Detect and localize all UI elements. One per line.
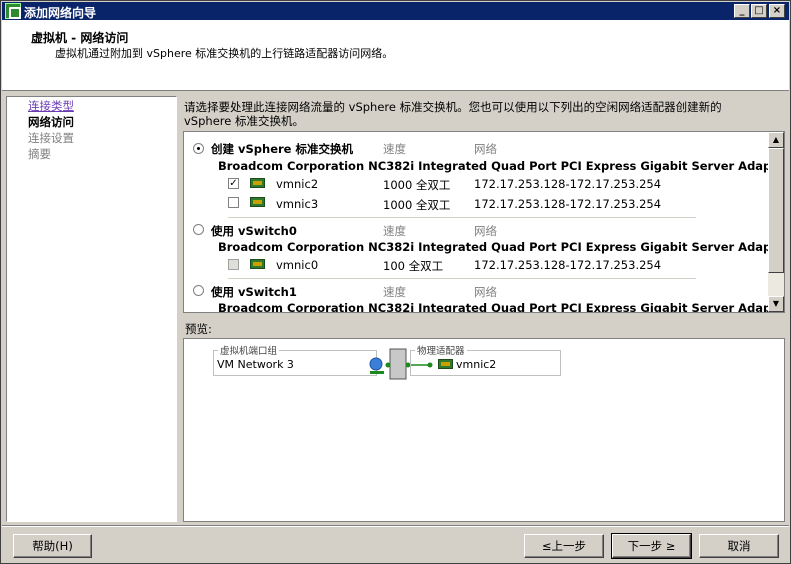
window-title: 添加网络向导	[24, 6, 97, 20]
radio-create-switch[interactable]	[193, 143, 204, 154]
nic-network: 172.17.253.128-172.17.253.254	[474, 197, 662, 211]
portgroup-caption: 虚拟机端口组	[218, 343, 280, 357]
maximize-button[interactable]: □	[751, 4, 767, 18]
radio-use-vswitch1[interactable]	[193, 285, 204, 296]
group-separator	[228, 217, 696, 218]
column-network-label: 网络	[474, 142, 497, 156]
title-bar[interactable]: 添加网络向导 _ □ ×	[2, 2, 789, 20]
checkbox-vmnic2[interactable]: ✓	[228, 178, 239, 189]
group-label-create-switch: 创建 vSphere 标准交换机	[211, 142, 353, 156]
instruction-text: 请选择要处理此连接网络流量的 vSphere 标准交换机。您也可以使用以下列出的…	[184, 100, 722, 128]
physical-adapters-caption: 物理适配器	[415, 343, 467, 357]
portgroup-name: VM Network 3	[217, 358, 294, 371]
list-scrollbar[interactable]: ▲ ▼	[768, 132, 784, 312]
nav-step-network-access: 网络访问	[28, 115, 74, 129]
column-network-label: 网络	[474, 224, 497, 238]
physical-adapters-box: 物理适配器 vmnic2	[410, 343, 561, 376]
wizard-header: 虚拟机 - 网络访问 虚拟机通过附加到 vSphere 标准交换机的上行链路适配…	[2, 20, 789, 91]
cancel-button[interactable]: 取消	[699, 534, 779, 558]
wizard-steps-nav: 连接类型 网络访问 连接设置 摘要	[6, 96, 177, 522]
portgroup-box: 虚拟机端口组 VM Network 3	[213, 343, 377, 376]
nic-network: 172.17.253.128-172.17.253.254	[474, 258, 662, 272]
next-button[interactable]: 下一步 ≥	[611, 533, 692, 559]
wizard-app-icon	[5, 3, 21, 19]
close-button[interactable]: ×	[769, 4, 785, 18]
network-adapter-icon	[438, 359, 453, 369]
nav-step-connection-settings: 连接设置	[28, 131, 74, 145]
scrollbar-thumb[interactable]	[768, 148, 784, 273]
group-separator	[228, 278, 696, 279]
nav-step-summary: 摘要	[28, 147, 51, 161]
network-adapter-icon	[250, 178, 265, 188]
footer-divider	[2, 525, 789, 527]
column-speed-label: 速度	[383, 285, 406, 299]
network-adapter-icon	[250, 197, 265, 207]
page-subtitle: 虚拟机通过附加到 vSphere 标准交换机的上行链路适配器访问网络。	[55, 47, 394, 60]
back-button[interactable]: ≤上一步	[524, 534, 604, 558]
checkbox-vmnic0	[228, 259, 239, 270]
adapter-description: Broadcom Corporation NC382i Integrated Q…	[218, 301, 785, 313]
adapter-description: Broadcom Corporation NC382i Integrated Q…	[218, 159, 785, 173]
help-button[interactable]: 帮助(H)	[13, 534, 92, 558]
group-label-vswitch1: 使用 vSwitch1	[211, 285, 297, 299]
column-speed-label: 速度	[383, 142, 406, 156]
radio-use-vswitch0[interactable]	[193, 224, 204, 235]
nic-name: vmnic2	[276, 177, 319, 191]
group-label-vswitch0: 使用 vSwitch0	[211, 224, 297, 238]
preview-label: 预览:	[185, 322, 212, 336]
adapter-description: Broadcom Corporation NC382i Integrated Q…	[218, 240, 785, 254]
nic-name: vmnic3	[276, 197, 319, 211]
switch-selection-list[interactable]: 创建 vSphere 标准交换机 速度 网络 Broadcom Corporat…	[183, 131, 785, 313]
checkbox-vmnic3[interactable]	[228, 197, 239, 208]
wizard-window: 添加网络向导 _ □ × 虚拟机 - 网络访问 虚拟机通过附加到 vSphere…	[0, 0, 791, 564]
column-speed-label: 速度	[383, 224, 406, 238]
minimize-button[interactable]: _	[734, 4, 750, 18]
network-adapter-icon	[250, 259, 265, 269]
network-preview: 虚拟机端口组 VM Network 3 物理适配器 vmnic2	[183, 338, 785, 522]
preview-adapter-name: vmnic2	[456, 358, 497, 371]
nic-speed: 100 全双工	[383, 259, 444, 273]
scroll-down-arrow-icon[interactable]: ▼	[768, 296, 784, 312]
nav-step-connection-type[interactable]: 连接类型	[28, 98, 74, 114]
column-network-label: 网络	[474, 285, 497, 299]
scroll-up-arrow-icon[interactable]: ▲	[768, 132, 784, 148]
nic-speed: 1000 全双工	[383, 198, 451, 212]
page-title: 虚拟机 - 网络访问	[31, 31, 129, 45]
nic-network: 172.17.253.128-172.17.253.254	[474, 177, 662, 191]
nic-name: vmnic0	[276, 258, 319, 272]
nic-speed: 1000 全双工	[383, 178, 451, 192]
